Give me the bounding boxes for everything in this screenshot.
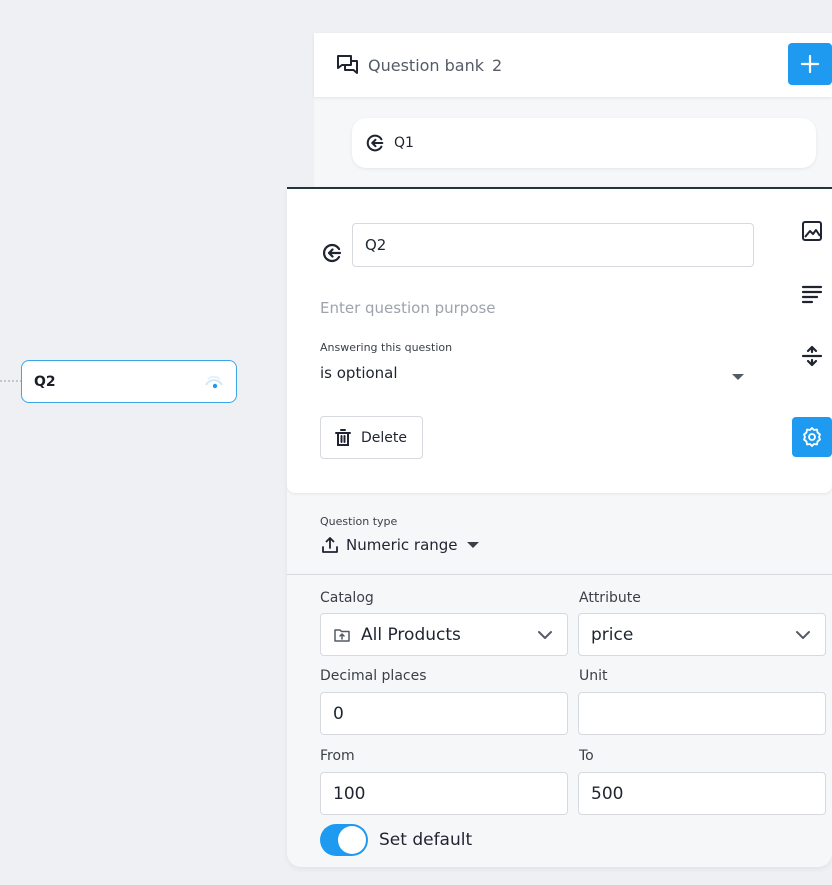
to-input[interactable]	[591, 783, 813, 804]
question-bank-panel: Question bank 2 Q1	[314, 33, 832, 188]
unit-label: Unit	[579, 668, 608, 684]
question-type-section: Question type Numeric range	[287, 493, 832, 575]
text-align-icon	[801, 285, 823, 304]
question-type-value: Numeric range	[346, 536, 458, 554]
attribute-label: Attribute	[579, 590, 641, 606]
chevron-down-icon	[538, 631, 552, 639]
decimal-places-field[interactable]	[320, 692, 568, 735]
question-name-input[interactable]	[352, 223, 754, 267]
question-bank-header: Question bank 2	[314, 33, 832, 97]
trash-icon	[335, 428, 351, 446]
image-tool-button[interactable]	[792, 211, 832, 251]
unit-input[interactable]	[591, 703, 813, 724]
caret-down-icon	[466, 542, 479, 548]
branch-icon	[801, 345, 823, 367]
node-connector	[0, 380, 22, 382]
answer-requirement-label: Answering this question	[320, 341, 453, 354]
toggle-knob	[338, 826, 366, 854]
node-label: Q2	[34, 373, 56, 390]
from-input[interactable]	[333, 783, 555, 804]
from-label: From	[320, 748, 355, 764]
to-field[interactable]	[578, 772, 826, 815]
question-editor: Answering this question is optional Dele…	[287, 187, 832, 867]
unit-field[interactable]	[578, 692, 826, 735]
loading-spinner-icon	[205, 375, 223, 389]
question-bank-item-label: Q1	[394, 135, 414, 151]
settings-tool-button[interactable]	[792, 417, 832, 457]
catalog-select[interactable]: All Products	[320, 613, 568, 656]
to-label: To	[579, 748, 594, 764]
caret-down-icon[interactable]	[731, 372, 745, 382]
question-type-label: Question type	[320, 515, 398, 528]
text-tool-button[interactable]	[792, 274, 832, 314]
delete-label: Delete	[361, 429, 407, 446]
question-bank-count: 2	[492, 55, 503, 75]
upload-icon	[322, 537, 338, 553]
catalog-value: All Products	[361, 624, 461, 645]
decimal-places-label: Decimal places	[320, 668, 427, 684]
question-bank-item-q1[interactable]: Q1	[352, 118, 816, 168]
decimal-places-input[interactable]	[333, 703, 555, 724]
plus-icon	[800, 54, 820, 74]
arrow-left-circle-icon	[366, 134, 384, 152]
from-field[interactable]	[320, 772, 568, 815]
catalog-label: Catalog	[320, 590, 374, 606]
attribute-select[interactable]: price	[578, 613, 826, 656]
image-icon	[802, 221, 822, 241]
set-default-toggle[interactable]	[320, 824, 368, 856]
gear-icon	[803, 427, 821, 447]
add-question-button[interactable]	[788, 43, 832, 85]
chat-bubbles-icon	[337, 55, 358, 74]
delete-question-button[interactable]: Delete	[320, 416, 423, 459]
editor-main-section: Answering this question is optional Dele…	[287, 189, 832, 493]
flow-node-q2[interactable]: Q2	[21, 360, 237, 403]
arrow-left-circle-icon	[322, 243, 342, 263]
question-type-select[interactable]: Numeric range	[320, 535, 480, 555]
folder-upload-icon	[334, 628, 350, 642]
attribute-value: price	[591, 624, 634, 645]
question-purpose-input[interactable]	[320, 293, 740, 323]
question-bank-title: Question bank	[368, 55, 485, 75]
chevron-down-icon	[796, 631, 810, 639]
answer-requirement-select[interactable]: is optional	[320, 364, 398, 382]
logic-tool-button[interactable]	[792, 336, 832, 376]
set-default-label: Set default	[379, 830, 473, 850]
